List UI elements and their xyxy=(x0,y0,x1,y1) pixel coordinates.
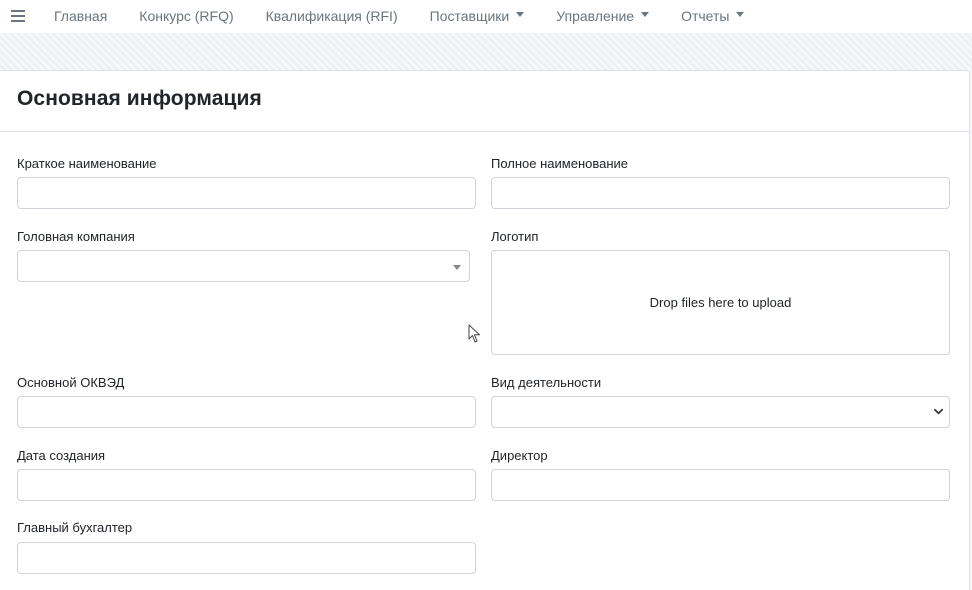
nav-item-rfq[interactable]: Конкурс (RFQ) xyxy=(139,8,233,24)
nav-item-label: Управление xyxy=(556,7,635,24)
okved-label: Основной ОКВЭД xyxy=(17,375,125,390)
activity-select[interactable] xyxy=(491,396,950,428)
okved-input[interactable] xyxy=(17,396,476,428)
chief-accountant-input[interactable] xyxy=(17,542,476,574)
nav-item-rfi[interactable]: Квалификация (RFI) xyxy=(266,8,398,24)
card-title: Основная информация xyxy=(17,87,262,110)
created-date-label: Дата создания xyxy=(17,448,106,463)
nav-item-reports[interactable]: Отчеты xyxy=(681,7,745,24)
card-header: Основная информация xyxy=(0,71,969,132)
chevron-down-icon xyxy=(934,408,943,415)
director-input[interactable] xyxy=(491,469,950,501)
logo-dropzone[interactable]: Drop files here to upload xyxy=(491,250,950,355)
full-name-input[interactable] xyxy=(491,177,950,209)
caret-down-icon xyxy=(736,12,745,17)
full-name-label: Полное наименование xyxy=(491,156,629,171)
nav-item-label: Квалификация (RFI) xyxy=(265,7,398,24)
nav-item-label: Поставщики xyxy=(429,7,510,24)
caret-down-icon xyxy=(641,12,650,17)
parent-company-select[interactable] xyxy=(17,250,470,282)
director-label: Директор xyxy=(491,448,548,463)
parent-company-label: Головная компания xyxy=(17,229,135,244)
dropzone-text: Drop files here to upload xyxy=(649,295,792,310)
nav-item-management[interactable]: Управление xyxy=(556,7,650,24)
content-header-band xyxy=(0,33,972,70)
dropdown-arrow-icon xyxy=(453,265,461,270)
hamburger-menu-icon[interactable] xyxy=(11,9,25,22)
created-date-input[interactable] xyxy=(17,469,476,501)
short-name-input[interactable] xyxy=(17,177,476,209)
nav-item-label: Конкурс (RFQ) xyxy=(139,7,234,24)
nav-item-home[interactable]: Главная xyxy=(54,8,107,24)
mouse-cursor-icon xyxy=(468,324,480,343)
caret-down-icon xyxy=(516,12,525,17)
nav-item-suppliers[interactable]: Поставщики xyxy=(430,8,525,24)
activity-label: Вид деятельности xyxy=(491,375,602,390)
nav-item-label: Главная xyxy=(54,7,108,24)
logo-label: Логотип xyxy=(491,229,539,244)
chief-accountant-label: Главный бухгалтер xyxy=(17,520,133,535)
nav-item-label: Отчеты xyxy=(681,7,730,24)
top-navbar: Главная Конкурс (RFQ) Квалификация (RFI)… xyxy=(0,0,972,33)
short-name-label: Краткое наименование xyxy=(17,156,157,171)
